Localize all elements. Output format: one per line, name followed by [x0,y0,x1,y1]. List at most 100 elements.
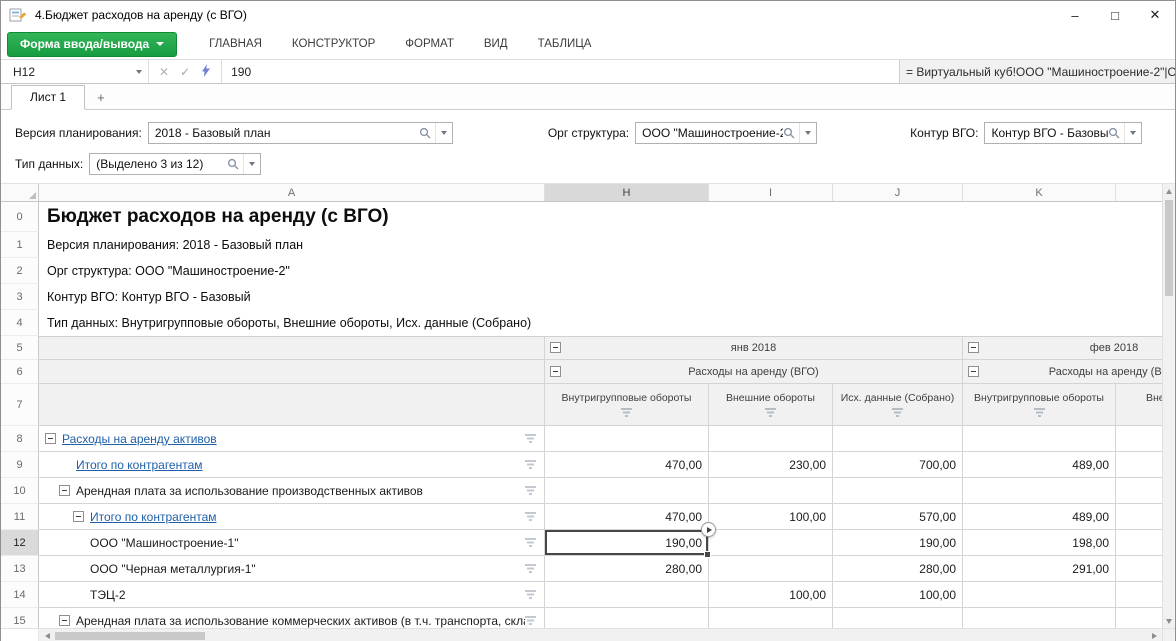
data-cell[interactable]: 100,00 [709,504,833,530]
info-cell[interactable]: Тип данных: Внутригрупповые обороты, Вне… [39,310,1175,336]
row-header[interactable]: 3 [1,284,39,310]
name-box-caret-icon[interactable] [130,70,148,74]
tab-glavnaya[interactable]: ГЛАВНАЯ [209,38,262,50]
row-header[interactable]: 10 [1,478,39,504]
collapse-icon[interactable] [968,342,979,353]
formula-input[interactable]: 190 [221,60,899,83]
month-group-jan[interactable]: янв 2018 [545,336,963,360]
data-cell[interactable]: 489,00 [963,452,1116,478]
row-label-cell[interactable]: Итого по контрагентам [39,504,545,530]
data-cell[interactable]: 291,00 [963,556,1116,582]
measure-header[interactable]: Внутригрупповые обороты [545,384,709,426]
select-all-corner[interactable] [1,184,39,201]
selected-cell-h12[interactable]: 190,00 [545,530,709,556]
data-cell[interactable]: 230,00 [709,452,833,478]
data-cell[interactable]: 470,00 [545,452,709,478]
tab-format[interactable]: ФОРМАТ [405,38,454,50]
scroll-up-icon[interactable] [1163,184,1175,198]
chevron-down-icon[interactable] [1124,123,1141,143]
org-filter-combo[interactable]: ООО "Машиностроение-2" [635,122,817,144]
measure-header[interactable]: Внешние обороты [709,384,833,426]
row-label-cell[interactable]: ООО "Черная металлургия-1" [39,556,545,582]
data-cell[interactable] [963,426,1116,452]
column-header-a[interactable]: A [39,184,545,201]
measure-header[interactable]: Внутригрупповые обороты [963,384,1116,426]
scroll-right-icon[interactable] [1146,629,1162,641]
info-cell[interactable]: Контур ВГО: Контур ВГО - Базовый [39,284,1175,310]
minimize-button[interactable]: – [1055,1,1095,29]
data-cell[interactable] [833,478,963,504]
collapse-icon[interactable] [968,366,979,377]
collapse-icon[interactable] [73,511,84,522]
data-cell[interactable]: 190,00 [833,530,963,556]
chevron-down-icon[interactable] [243,154,260,174]
data-cell[interactable] [963,582,1116,608]
io-form-menu-button[interactable]: Форма ввода/вывода [7,32,177,57]
search-icon[interactable] [227,158,243,170]
row-header[interactable]: 14 [1,582,39,608]
filter-icon[interactable] [525,614,536,628]
report-title-cell[interactable]: Бюджет расходов на аренду (с ВГО) [39,202,1175,232]
filter-icon[interactable] [525,484,536,498]
drill-button[interactable] [701,522,716,537]
search-icon[interactable] [419,127,435,139]
column-header-j[interactable]: J [833,184,963,201]
measure-group-feb[interactable]: Расходы на аренду (ВГО) [963,360,1175,384]
filter-icon[interactable] [525,458,536,472]
filter-icon[interactable] [525,432,536,446]
name-box[interactable]: H12 [1,60,148,83]
row-header[interactable]: 7 [1,384,39,426]
info-cell[interactable]: Орг структура: ООО "Машиностроение-2" [39,258,1175,284]
search-icon[interactable] [783,127,799,139]
chevron-down-icon[interactable] [435,123,452,143]
column-header-k[interactable]: K [963,184,1116,201]
row-header-current[interactable]: 12 [1,530,39,556]
row-header[interactable]: 13 [1,556,39,582]
horizontal-scrollbar[interactable] [1,628,1162,641]
cancel-icon[interactable]: ✕ [159,65,169,79]
column-header-h[interactable]: H [545,184,709,201]
data-cell[interactable] [709,556,833,582]
filter-icon[interactable] [621,408,632,420]
filter-icon[interactable] [1034,408,1045,420]
add-sheet-button[interactable]: + [85,86,117,109]
close-button[interactable]: ✕ [1135,1,1175,29]
version-filter-combo[interactable]: 2018 - Базовый план [148,122,453,144]
data-cell[interactable] [545,426,709,452]
row-label-cell[interactable]: ООО "Машиностроение-1" [39,530,545,556]
filter-icon[interactable] [525,536,536,550]
data-cell[interactable]: 489,00 [963,504,1116,530]
data-cell[interactable] [709,478,833,504]
vertical-scrollbar[interactable] [1162,184,1175,628]
row-label-cell[interactable]: Расходы на аренду активов [39,426,545,452]
row-header[interactable]: 8 [1,426,39,452]
data-cell[interactable]: 470,00 [545,504,709,530]
datatype-filter-combo[interactable]: (Выделено 3 из 12) [89,153,261,175]
tab-vid[interactable]: ВИД [484,38,508,50]
data-cell[interactable]: 100,00 [833,582,963,608]
filter-icon[interactable] [525,562,536,576]
column-header-i[interactable]: I [709,184,833,201]
data-cell[interactable]: 198,00 [963,530,1116,556]
row-header[interactable]: 9 [1,452,39,478]
scroll-left-icon[interactable] [39,629,55,641]
data-cell[interactable]: 570,00 [833,504,963,530]
data-cell[interactable] [709,530,833,556]
collapse-icon[interactable] [59,615,70,626]
row-header[interactable]: 4 [1,310,39,336]
row-header[interactable]: 5 [1,336,39,360]
tab-konstruktor[interactable]: КОНСТРУКТОР [292,38,375,50]
maximize-button[interactable]: □ [1095,1,1135,29]
row-header[interactable]: 2 [1,258,39,284]
row-label-cell[interactable]: ТЭЦ-2 [39,582,545,608]
search-icon[interactable] [1108,127,1124,139]
vertical-scroll-thumb[interactable] [1165,200,1173,296]
horizontal-scroll-thumb[interactable] [55,632,205,640]
info-cell[interactable]: Версия планирования: 2018 - Базовый план [39,232,1175,258]
filter-icon[interactable] [525,588,536,602]
data-cell[interactable]: 280,00 [833,556,963,582]
collapse-icon[interactable] [550,342,561,353]
measure-group-jan[interactable]: Расходы на аренду (ВГО) [545,360,963,384]
data-cell[interactable]: 280,00 [545,556,709,582]
data-cell[interactable] [709,426,833,452]
